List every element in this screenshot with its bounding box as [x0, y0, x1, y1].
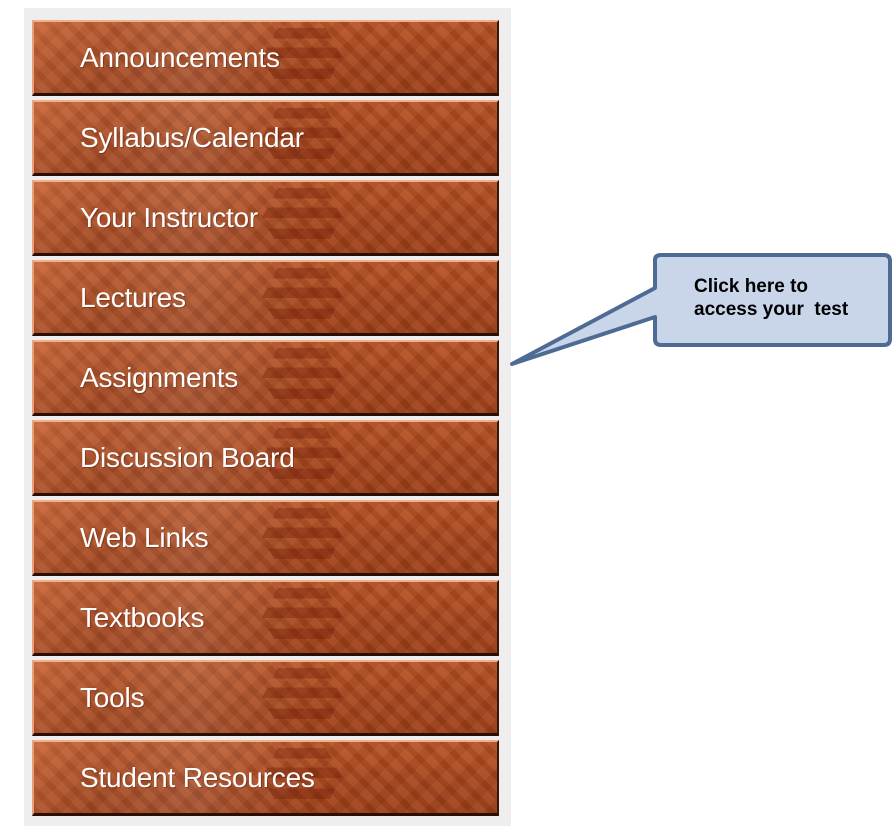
callout-line-2: access your test	[694, 299, 849, 320]
menu-item-student-resources[interactable]: Student Resources	[32, 740, 499, 816]
menu-item-announcements[interactable]: Announcements	[32, 20, 499, 96]
menu-item-label: Lectures	[80, 281, 186, 313]
menu-item-web-links[interactable]: Web Links	[32, 500, 499, 576]
menu-item-syllabus-calendar[interactable]: Syllabus/Calendar	[32, 100, 499, 176]
menu-item-label: Textbooks	[80, 601, 205, 633]
button-ornament	[262, 668, 342, 726]
menu-item-discussion-board[interactable]: Discussion Board	[32, 420, 499, 496]
button-ornament	[262, 188, 342, 246]
menu-item-label: Your Instructor	[80, 201, 259, 233]
menu-item-tools[interactable]: Tools	[32, 660, 499, 736]
course-menu: Announcements Syllabus/Calendar Your Ins…	[32, 20, 499, 820]
menu-item-assignments[interactable]: Assignments	[32, 340, 499, 416]
menu-item-label: Assignments	[80, 361, 239, 393]
button-ornament	[262, 348, 342, 406]
callout-text: Click here to access your test	[694, 275, 889, 321]
menu-item-label: Discussion Board	[80, 441, 295, 473]
menu-item-textbooks[interactable]: Textbooks	[32, 580, 499, 656]
callout-line-1: Click here to	[694, 276, 809, 297]
menu-item-label: Tools	[80, 681, 145, 713]
stage: Announcements Syllabus/Calendar Your Ins…	[0, 0, 893, 828]
menu-item-your-instructor[interactable]: Your Instructor	[32, 180, 499, 256]
button-ornament	[262, 588, 342, 646]
menu-item-label: Web Links	[80, 521, 209, 553]
button-ornament	[262, 508, 342, 566]
button-ornament	[262, 268, 342, 326]
menu-item-label: Syllabus/Calendar	[80, 121, 304, 153]
menu-item-lectures[interactable]: Lectures	[32, 260, 499, 336]
menu-item-label: Announcements	[80, 41, 280, 73]
menu-item-label: Student Resources	[80, 761, 315, 793]
course-menu-panel: Announcements Syllabus/Calendar Your Ins…	[24, 8, 511, 826]
